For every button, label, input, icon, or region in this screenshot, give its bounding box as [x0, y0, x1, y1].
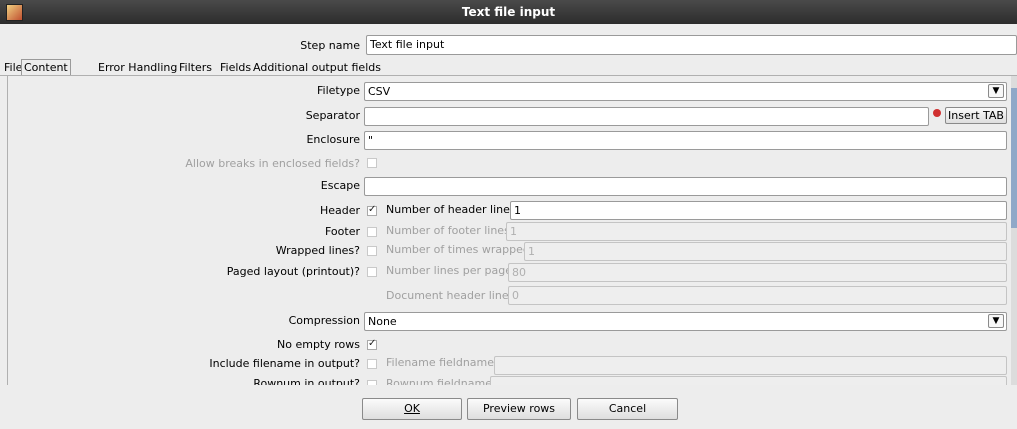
preview-rows-button[interactable]: Preview rows: [467, 398, 571, 420]
footer-label: Footer: [325, 225, 360, 238]
header-label: Header: [319, 204, 360, 217]
tab-content[interactable]: Content: [21, 59, 71, 76]
rownum-fieldname-input[interactable]: [490, 376, 1007, 385]
step-name-input[interactable]: Text file input: [366, 35, 1017, 55]
wrapped-times-input[interactable]: 1: [524, 242, 1007, 261]
window-title: Text file input: [461, 5, 556, 19]
filename-fieldname-input[interactable]: [494, 356, 1007, 375]
escape-label: Escape: [320, 179, 360, 192]
paged-layout-label: Paged layout (printout)?: [226, 265, 360, 278]
lines-per-page-label: Number lines per page: [386, 264, 513, 277]
compression-value: None: [368, 315, 397, 328]
rownum-label: Rownum in output?: [253, 377, 360, 385]
tab-fields[interactable]: Fields: [218, 60, 253, 75]
footer-lines-input[interactable]: 1: [506, 222, 1007, 241]
wrapped-label: Wrapped lines?: [275, 244, 360, 257]
insert-tab-button[interactable]: Insert TAB: [945, 107, 1007, 124]
header-checkbox[interactable]: [367, 204, 377, 216]
wrapped-times-label: Number of times wrapped: [386, 243, 530, 256]
allow-breaks-label: Allow breaks in enclosed fields?: [185, 157, 360, 170]
tab-bar: File Content Error Handling Filters Fiel…: [0, 59, 1017, 76]
no-empty-rows-checkbox[interactable]: [367, 338, 377, 350]
rownum-row-clip: Rownum in output? Rownum fieldname: [0, 376, 1010, 385]
document-header-lines-input[interactable]: 0: [508, 286, 1007, 305]
ok-button[interactable]: OK: [362, 398, 462, 420]
chevron-down-icon[interactable]: ▼: [988, 314, 1004, 328]
separator-input[interactable]: [364, 107, 929, 126]
compression-select[interactable]: None ▼: [364, 312, 1007, 331]
step-name-label: Step name: [300, 39, 360, 52]
variable-icon: [933, 109, 941, 117]
tab-additional-output-fields[interactable]: Additional output fields: [251, 60, 383, 75]
scrollbar-thumb[interactable]: [1011, 88, 1017, 228]
filetype-value: CSV: [368, 85, 391, 98]
no-empty-rows-label: No empty rows: [277, 338, 360, 351]
filename-fieldname-label: Filename fieldname: [386, 356, 495, 369]
allow-breaks-checkbox[interactable]: [367, 158, 377, 168]
include-filename-label: Include filename in output?: [209, 357, 360, 370]
footer-lines-label: Number of footer lines: [386, 224, 510, 237]
compression-label: Compression: [288, 314, 360, 327]
tab-filters[interactable]: Filters: [177, 60, 214, 75]
rownum-checkbox[interactable]: [367, 380, 377, 385]
wrapped-checkbox[interactable]: [367, 246, 377, 256]
ok-button-label: OK: [404, 402, 420, 415]
filetype-select[interactable]: CSV ▼: [364, 82, 1007, 101]
tab-error-handling[interactable]: Error Handling: [96, 60, 179, 75]
header-lines-input[interactable]: 1: [510, 201, 1007, 220]
separator-label: Separator: [305, 109, 360, 122]
cancel-button-label: Cancel: [608, 402, 647, 415]
enclosure-label: Enclosure: [306, 133, 360, 146]
preview-rows-button-label: Preview rows: [482, 402, 556, 415]
document-header-lines-label: Document header lines: [386, 289, 515, 302]
rownum-fieldname-label: Rownum fieldname: [386, 377, 492, 385]
header-lines-label: Number of header lines: [386, 203, 516, 216]
escape-input[interactable]: [364, 177, 1007, 196]
title-bar: Text file input: [0, 0, 1017, 24]
paged-layout-checkbox[interactable]: [367, 267, 377, 277]
include-filename-checkbox[interactable]: [367, 359, 377, 369]
cancel-button[interactable]: Cancel: [577, 398, 678, 420]
filetype-label: Filetype: [317, 84, 360, 97]
enclosure-input[interactable]: ": [364, 131, 1007, 150]
chevron-down-icon[interactable]: ▼: [988, 84, 1004, 98]
lines-per-page-input[interactable]: 80: [508, 263, 1007, 282]
footer-checkbox[interactable]: [367, 227, 377, 237]
app-icon: [6, 4, 23, 21]
